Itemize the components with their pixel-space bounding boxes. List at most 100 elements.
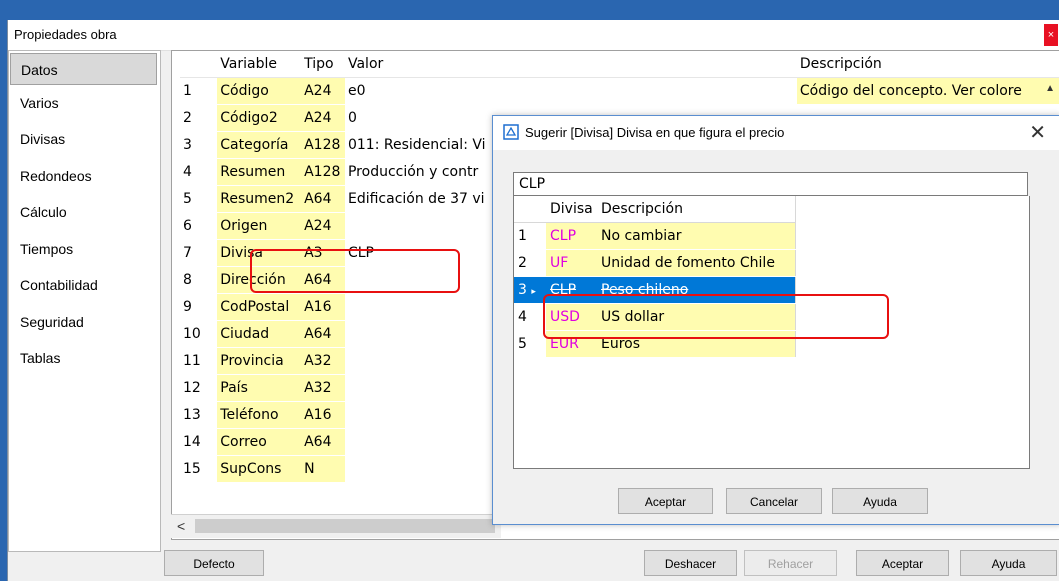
row-number: 10 bbox=[180, 320, 218, 348]
dialog-cancelar-button[interactable]: Cancelar bbox=[726, 488, 822, 514]
cell-variable[interactable]: Ciudad bbox=[217, 320, 302, 348]
table-row[interactable]: 1 Código A24 e0 Código del concepto. Ver… bbox=[180, 77, 1059, 105]
dialog-aceptar-button[interactable]: Aceptar bbox=[618, 488, 713, 514]
cell-tipo[interactable]: A32 bbox=[301, 374, 345, 402]
row-number: 7 bbox=[180, 239, 218, 267]
list-item[interactable]: 2 UF Unidad de fomento Chile bbox=[514, 249, 796, 277]
row-number: 3 bbox=[180, 131, 218, 159]
cell-variable[interactable]: Resumen2 bbox=[217, 185, 302, 213]
cell-tipo[interactable]: A64 bbox=[301, 428, 345, 456]
cell-variable[interactable]: Origen bbox=[217, 212, 302, 240]
dialog-title: Sugerir [Divisa] Divisa en que figura el… bbox=[525, 125, 785, 140]
column-header-tipo[interactable]: Tipo bbox=[301, 51, 345, 78]
column-header-variable[interactable]: Variable bbox=[217, 51, 302, 78]
sidebar-item-datos[interactable]: Datos bbox=[10, 53, 157, 85]
current-row-marker-icon: ▸ bbox=[531, 287, 536, 297]
row-number: 2 bbox=[180, 104, 218, 132]
cell-tipo[interactable]: A128 bbox=[301, 158, 345, 186]
rehacer-button[interactable]: Rehacer bbox=[744, 550, 837, 576]
column-header-descripcion[interactable]: Descripción bbox=[597, 196, 796, 223]
cell-variable[interactable]: Código2 bbox=[217, 104, 302, 132]
cell-tipo[interactable]: A24 bbox=[301, 104, 345, 132]
cell-variable[interactable]: Código bbox=[217, 77, 302, 105]
close-icon[interactable]: × bbox=[1044, 24, 1058, 46]
annotation-highlight-divisa bbox=[250, 249, 460, 293]
column-header-descripcion[interactable]: Descripción bbox=[796, 51, 1059, 78]
table-header-row: Variable Tipo Valor Descripción bbox=[180, 51, 1059, 78]
cell-variable[interactable]: Resumen bbox=[217, 158, 302, 186]
row-number: 4 bbox=[180, 158, 218, 186]
window-titlebar: Propiedades obra × bbox=[8, 20, 1059, 51]
row-number: 1 bbox=[514, 222, 546, 250]
sidebar-item-divisas[interactable]: Divisas bbox=[10, 123, 157, 155]
cell-tipo[interactable]: A64 bbox=[301, 185, 345, 213]
sidebar-item-tiempos[interactable]: Tiempos bbox=[10, 233, 157, 265]
app-icon bbox=[503, 124, 519, 140]
currency-code[interactable]: CLP bbox=[546, 222, 597, 250]
scroll-left-icon[interactable]: < bbox=[177, 518, 185, 534]
scrollbar-thumb[interactable] bbox=[195, 519, 495, 533]
row-number: 4 bbox=[514, 303, 546, 331]
defecto-button[interactable]: Defecto bbox=[164, 550, 264, 576]
cell-variable[interactable]: Categoría bbox=[217, 131, 302, 159]
row-number: 13 bbox=[180, 401, 218, 429]
table-header-row: Divisa Descripción bbox=[514, 196, 796, 223]
ayuda-button[interactable]: Ayuda bbox=[960, 550, 1057, 576]
cell-variable[interactable]: Provincia bbox=[217, 347, 302, 375]
row-number: 11 bbox=[180, 347, 218, 375]
sidebar-item-varios[interactable]: Varios bbox=[10, 87, 157, 119]
sidebar-item-tablas[interactable]: Tablas bbox=[10, 342, 157, 374]
sidebar-item-seguridad[interactable]: Seguridad bbox=[10, 306, 157, 338]
deshacer-button[interactable]: Deshacer bbox=[644, 550, 737, 576]
row-number-text: 3 bbox=[518, 282, 527, 298]
scroll-up-icon[interactable]: ▲ bbox=[1045, 83, 1055, 94]
cell-descripcion[interactable]: Código del concepto. Ver colore bbox=[796, 77, 1059, 105]
cell-tipo[interactable]: A32 bbox=[301, 347, 345, 375]
row-number: 5 bbox=[514, 330, 546, 358]
aceptar-button[interactable]: Aceptar bbox=[856, 550, 949, 576]
cell-tipo[interactable]: A24 bbox=[301, 77, 345, 105]
cell-tipo[interactable]: A16 bbox=[301, 293, 345, 321]
cell-tipo[interactable]: A24 bbox=[301, 212, 345, 240]
dialog-titlebar: Sugerir [Divisa] Divisa en que figura el… bbox=[493, 116, 1059, 150]
cell-valor[interactable]: e0 bbox=[344, 77, 797, 105]
currency-description[interactable]: No cambiar bbox=[597, 222, 796, 250]
cell-variable[interactable]: Correo bbox=[217, 428, 302, 456]
row-number-text: 7 bbox=[183, 245, 192, 261]
cell-tipo[interactable]: N bbox=[301, 455, 345, 483]
row-number: 1 bbox=[180, 77, 218, 105]
list-item[interactable]: 1 CLP No cambiar bbox=[514, 222, 796, 250]
close-icon[interactable]: ✕ bbox=[1029, 120, 1046, 144]
currency-description[interactable]: Unidad de fomento Chile bbox=[597, 249, 796, 277]
column-header-divisa[interactable]: Divisa bbox=[546, 196, 597, 223]
cell-tipo[interactable]: A16 bbox=[301, 401, 345, 429]
cell-variable[interactable]: País bbox=[217, 374, 302, 402]
cell-tipo[interactable]: A64 bbox=[301, 320, 345, 348]
row-number: 6 bbox=[180, 212, 218, 240]
dialog-ayuda-button[interactable]: Ayuda bbox=[832, 488, 928, 514]
row-number: 14 bbox=[180, 428, 218, 456]
sidebar-item-contabilidad[interactable]: Contabilidad bbox=[10, 269, 157, 301]
row-number: 8 bbox=[180, 266, 218, 294]
cell-variable[interactable]: CodPostal bbox=[217, 293, 302, 321]
currency-search-input[interactable]: CLP bbox=[513, 172, 1028, 196]
column-header-num bbox=[514, 196, 546, 223]
row-number: 2 bbox=[514, 249, 546, 277]
cell-tipo[interactable]: A128 bbox=[301, 131, 345, 159]
sidebar-item-calculo[interactable]: Cálculo bbox=[10, 196, 157, 228]
row-number: 3 ▸ bbox=[514, 276, 546, 304]
annotation-highlight-usd bbox=[543, 294, 889, 339]
currency-code[interactable]: UF bbox=[546, 249, 597, 277]
sidebar: Datos Varios Divisas Redondeos Cálculo T… bbox=[8, 50, 161, 552]
row-number: 12 bbox=[180, 374, 218, 402]
sidebar-item-redondeos[interactable]: Redondeos bbox=[10, 160, 157, 192]
cell-variable[interactable]: SupCons bbox=[217, 455, 302, 483]
column-header-num bbox=[180, 51, 218, 78]
window-title: Propiedades obra bbox=[14, 27, 117, 42]
cell-variable[interactable]: Teléfono bbox=[217, 401, 302, 429]
horizontal-scrollbar[interactable]: < bbox=[171, 514, 501, 538]
column-header-valor[interactable]: Valor bbox=[344, 51, 797, 78]
row-number: 5 bbox=[180, 185, 218, 213]
row-number: 9 bbox=[180, 293, 218, 321]
row-number: 15 bbox=[180, 455, 218, 483]
